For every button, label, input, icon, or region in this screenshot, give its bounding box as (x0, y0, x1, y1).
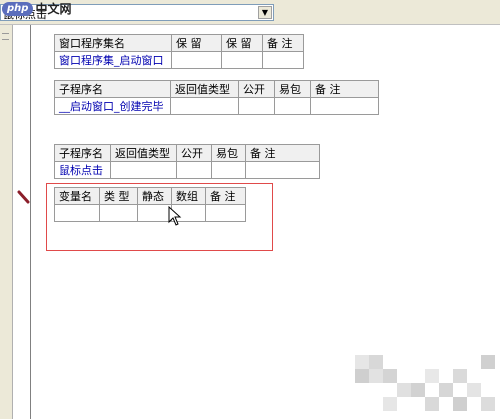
header-return-type: 返回值类型 (170, 80, 239, 98)
site-logo: php 中文网 (2, 0, 71, 17)
header-remark: 备 注 (245, 144, 320, 162)
header-subroutine-name: 子程序名 (54, 144, 111, 162)
reserved-cell-2[interactable] (221, 51, 263, 69)
header-easy-pack: 易包 (274, 80, 311, 98)
public-cell[interactable] (238, 97, 275, 115)
easy-pack-cell[interactable] (274, 97, 311, 115)
header-remark: 备 注 (310, 80, 379, 98)
public-cell[interactable] (176, 161, 212, 179)
assembly-name-cell[interactable]: 窗口程序集_启动窗口 (54, 51, 172, 69)
header-subroutine-name: 子程序名 (54, 80, 171, 98)
logo-badge: php (2, 1, 34, 16)
assembly-table: 窗口程序集名 保 留 保 留 备 注 窗口程序集_启动窗口 (54, 34, 304, 69)
subroutine-table-click: 子程序名 返回值类型 公开 易包 备 注 鼠标点击 (54, 144, 320, 179)
header-return-type: 返回值类型 (110, 144, 177, 162)
easy-pack-cell[interactable] (211, 161, 246, 179)
left-panel (0, 25, 13, 419)
header-assembly-name: 窗口程序集名 (54, 34, 172, 52)
header-reserved-2: 保 留 (221, 34, 263, 52)
highlight-box (46, 183, 273, 251)
header-public: 公开 (176, 144, 212, 162)
mouse-cursor-icon (168, 206, 182, 226)
panel-tick (2, 39, 9, 40)
header-easy-pack: 易包 (211, 144, 246, 162)
header-reserved-1: 保 留 (171, 34, 222, 52)
reserved-cell-1[interactable] (171, 51, 222, 69)
return-type-cell[interactable] (170, 97, 239, 115)
panel-tick (2, 33, 9, 34)
logo-text: 中文网 (35, 2, 72, 16)
remark-cell[interactable] (245, 161, 320, 179)
remark-cell[interactable] (262, 51, 304, 69)
line-gutter[interactable] (13, 25, 31, 419)
pixelated-area (355, 355, 495, 411)
subroutine-table-startup: 子程序名 返回值类型 公开 易包 备 注 __启动窗口_创建完毕 (54, 80, 379, 115)
breakpoint-marker-icon (17, 190, 30, 204)
header-public: 公开 (238, 80, 275, 98)
chevron-down-icon[interactable]: ▼ (258, 6, 272, 19)
subroutine-name-cell[interactable]: __启动窗口_创建完毕 (54, 97, 171, 115)
return-type-cell[interactable] (110, 161, 177, 179)
top-toolbar: 鼠标点击 ▼ php 中文网 (0, 0, 500, 25)
header-remark: 备 注 (262, 34, 304, 52)
subroutine-name-cell[interactable]: 鼠标点击 (54, 161, 111, 179)
remark-cell[interactable] (310, 97, 379, 115)
